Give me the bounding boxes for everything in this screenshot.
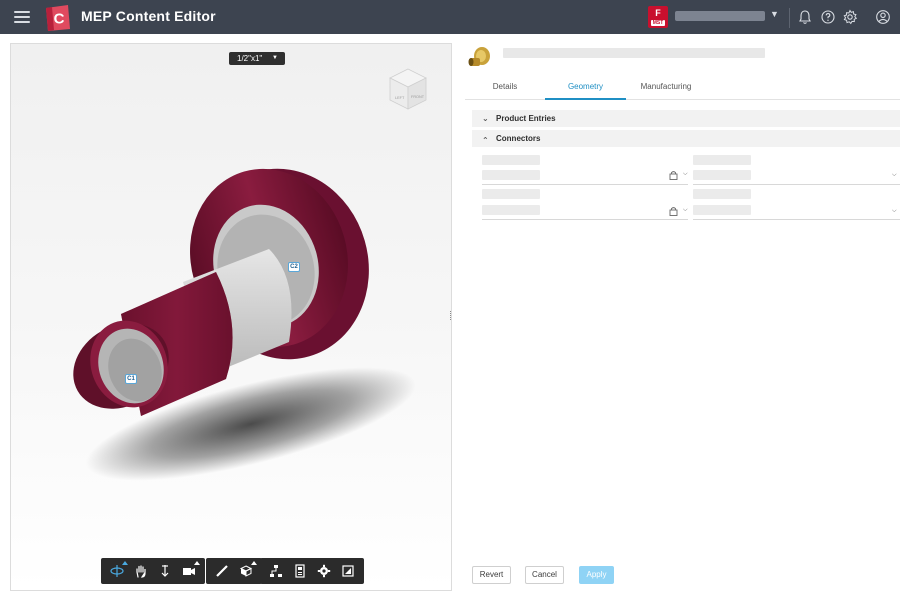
- model-tree-tool[interactable]: [264, 560, 288, 582]
- section-product-entries-label: Product Entries: [496, 114, 556, 123]
- zoom-icon: [161, 565, 169, 577]
- measure-toolbar: [206, 558, 262, 584]
- 3d-viewer[interactable]: 1/2"x1" ▼ LEFT FRONT C1 C2: [10, 43, 452, 591]
- user-icon[interactable]: [875, 9, 891, 25]
- orbit-tool[interactable]: [105, 560, 129, 582]
- connector-1-value-placeholder-2[interactable]: [693, 170, 751, 180]
- lock-icon[interactable]: [669, 206, 678, 216]
- settings-tool[interactable]: [312, 560, 336, 582]
- orbit-icon: [110, 565, 124, 577]
- connector-2-label-placeholder-2: [693, 189, 751, 199]
- view-cube[interactable]: LEFT FRONT: [387, 66, 429, 112]
- section-connectors-label: Connectors: [496, 134, 541, 143]
- connector-1-value-placeholder[interactable]: [482, 170, 540, 180]
- connector-1-label-placeholder: [482, 155, 540, 165]
- app-logo-icon: C: [46, 5, 70, 31]
- zoom-tool[interactable]: [153, 560, 177, 582]
- chevron-down-icon[interactable]: ⌵: [683, 207, 688, 214]
- gear-icon[interactable]: [842, 9, 858, 25]
- properties-tool[interactable]: [288, 560, 312, 582]
- account-selector[interactable]: [675, 11, 765, 21]
- settings-icon: [317, 564, 331, 578]
- fullscreen-tool[interactable]: [336, 560, 360, 582]
- connector-label-c1[interactable]: C1: [125, 374, 137, 384]
- size-selector[interactable]: 1/2"x1" ▼: [229, 52, 285, 65]
- panel-splitter[interactable]: [449, 310, 452, 324]
- navigation-toolbar: [101, 558, 205, 584]
- section-product-entries[interactable]: ⌄ Product Entries: [472, 110, 900, 127]
- chevron-down-icon[interactable]: ⌵: [892, 208, 897, 215]
- cancel-button[interactable]: Cancel: [525, 566, 564, 584]
- section-tool[interactable]: [234, 560, 258, 582]
- tab-details[interactable]: Details: [465, 77, 545, 100]
- pan-icon: [136, 565, 146, 578]
- measure-tool[interactable]: [210, 560, 234, 582]
- chevron-down-icon: ⌄: [482, 114, 489, 123]
- view-cube-face-left: LEFT: [395, 96, 405, 100]
- app-title: MEP Content Editor: [81, 8, 216, 24]
- bell-icon[interactable]: [797, 9, 813, 25]
- apply-button[interactable]: Apply: [579, 566, 614, 584]
- app-logo-letter: C: [54, 11, 65, 28]
- chevron-down-icon: ▼: [272, 55, 278, 61]
- connector-label-c2[interactable]: C2: [288, 262, 300, 272]
- properties-icon: [295, 564, 305, 578]
- chevron-down-icon[interactable]: ⌵: [892, 172, 897, 179]
- menu-icon[interactable]: [14, 11, 30, 23]
- chevron-up-icon: ⌃: [482, 136, 489, 145]
- pan-tool[interactable]: [129, 560, 153, 582]
- panel-tabs: Details Geometry Manufacturing: [465, 77, 900, 100]
- brand-badge-caption: MST: [651, 20, 665, 26]
- revert-button[interactable]: Revert: [472, 566, 511, 584]
- chevron-down-icon[interactable]: ▼: [770, 9, 779, 19]
- camera-tool[interactable]: [177, 560, 201, 582]
- model-toolbar: [260, 558, 364, 584]
- measure-icon: [216, 565, 228, 577]
- view-cube-face-front: FRONT: [411, 95, 425, 99]
- fullscreen-icon: [342, 565, 354, 577]
- connector-2-label-placeholder: [482, 189, 540, 199]
- tab-manufacturing[interactable]: Manufacturing: [626, 77, 706, 100]
- part-thumbnail: [468, 47, 490, 66]
- model-tree-icon: [270, 565, 282, 577]
- connector-2-value-placeholder-2[interactable]: [693, 205, 751, 215]
- size-selector-value: 1/2"x1": [237, 54, 263, 63]
- brand-badge-letter: F: [655, 8, 661, 18]
- chevron-down-icon[interactable]: ⌵: [683, 171, 688, 178]
- connector-1-label-placeholder-2: [693, 155, 751, 165]
- section-connectors[interactable]: ⌃ Connectors: [472, 130, 900, 147]
- lock-icon[interactable]: [669, 170, 678, 180]
- top-bar: C MEP Content Editor F MST ▼: [0, 0, 900, 34]
- connector-2-value-placeholder[interactable]: [482, 205, 540, 215]
- camera-icon: [183, 568, 195, 575]
- brand-badge: F MST: [648, 6, 668, 28]
- part-name-placeholder: [503, 48, 765, 58]
- fitting-model[interactable]: [11, 44, 452, 591]
- tab-geometry[interactable]: Geometry: [545, 77, 626, 100]
- section-icon: [239, 565, 253, 577]
- header-divider: [789, 8, 790, 28]
- help-icon[interactable]: [820, 9, 836, 25]
